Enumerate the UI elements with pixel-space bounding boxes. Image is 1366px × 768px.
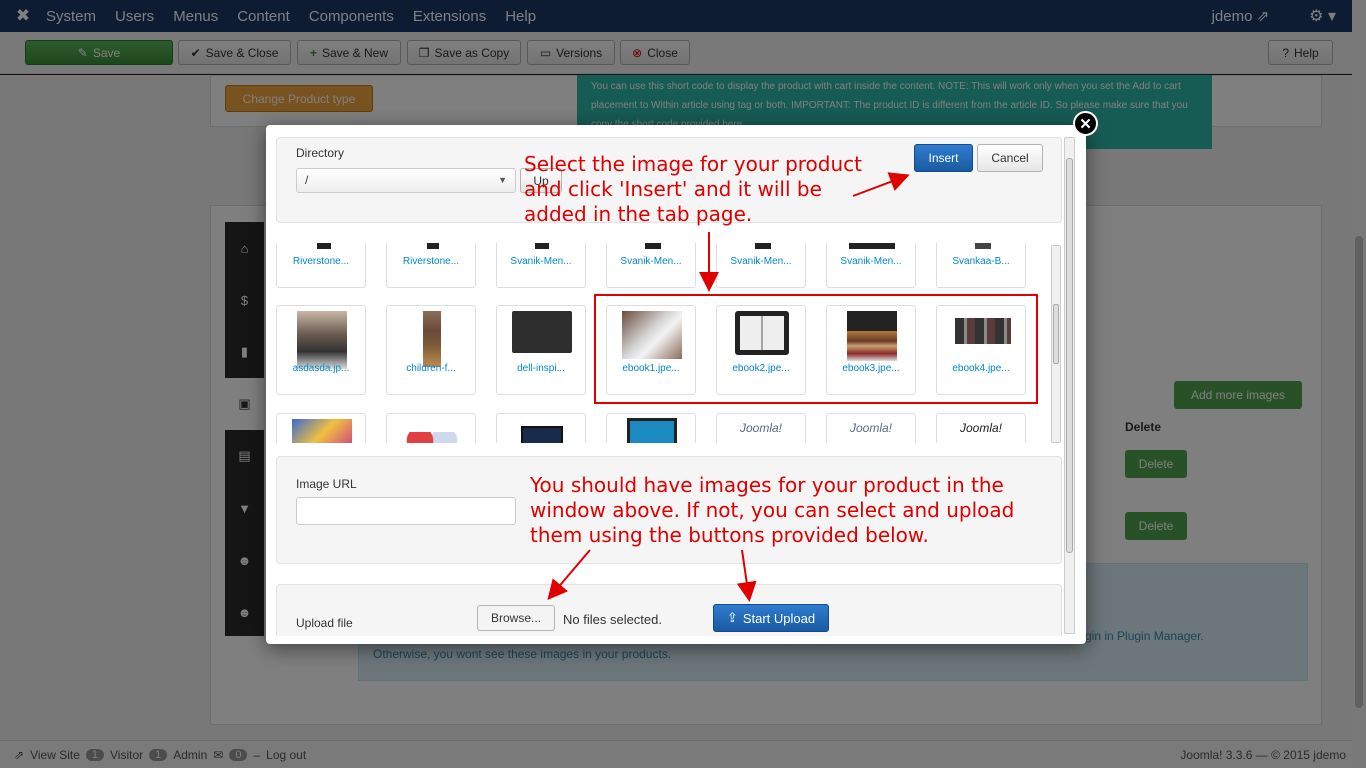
arrow-to-upload xyxy=(736,549,757,602)
page: ✖ System Users Menus Content Components … xyxy=(0,0,1366,768)
arrow-to-insert xyxy=(852,172,910,197)
annotation-arrows xyxy=(547,172,910,602)
arrow-to-browse xyxy=(547,549,591,601)
